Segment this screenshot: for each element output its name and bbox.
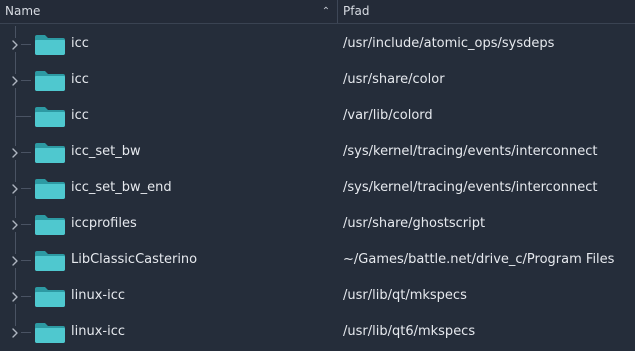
chevron-up-icon[interactable]: ⌃ [320, 0, 332, 23]
chevron-right-icon[interactable] [9, 73, 21, 88]
chevron-right-icon[interactable] [9, 289, 21, 304]
file-path: /sys/kernel/tracing/events/interconnect [343, 180, 598, 195]
folder-icon [34, 34, 66, 56]
tree-branch-line [15, 116, 31, 117]
file-name: icc_set_bw [71, 144, 141, 159]
file-path: /usr/share/ghostscript [343, 216, 486, 231]
column-header-name[interactable]: Name [0, 0, 337, 23]
file-name: linux-icc [71, 288, 125, 303]
chevron-right-icon[interactable] [9, 217, 21, 232]
table-row[interactable]: icc/usr/include/atomic_ops/sysdeps [0, 26, 635, 62]
file-name: LibClassicCasterino [71, 252, 198, 267]
chevron-right-icon[interactable] [9, 325, 21, 340]
column-header-path[interactable]: Pfad [338, 0, 635, 23]
file-name: icc_set_bw_end [71, 180, 172, 195]
folder-icon [34, 142, 66, 164]
folder-icon [34, 178, 66, 200]
chevron-right-icon[interactable] [9, 37, 21, 52]
chevron-right-icon[interactable] [9, 253, 21, 268]
table-row[interactable]: iccprofiles/usr/share/ghostscript [0, 206, 635, 242]
file-name: icc [71, 108, 89, 123]
table-row[interactable]: icc/var/lib/colord [0, 98, 635, 134]
folder-icon [34, 70, 66, 92]
file-list-view: Name ⌃ Pfad icc/usr/include/atomic_ops/s… [0, 0, 635, 351]
table-row[interactable]: icc_set_bw_end/sys/kernel/tracing/events… [0, 170, 635, 206]
file-path: /usr/share/color [343, 72, 445, 87]
table-row[interactable]: linux-icc/usr/lib/qt6/mkspecs [0, 314, 635, 350]
file-name: icc [71, 36, 89, 51]
file-path: /usr/lib/qt6/mkspecs [343, 324, 476, 339]
chevron-right-icon[interactable] [9, 145, 21, 160]
folder-icon [34, 286, 66, 308]
table-row[interactable]: LibClassicCasterino ~/Games/battle.net/dr… [0, 242, 635, 278]
chevron-right-icon[interactable] [9, 181, 21, 196]
file-path: /sys/kernel/tracing/events/interconnect [343, 144, 598, 159]
table-row[interactable]: linux-icc/usr/lib/qt/mkspecs [0, 278, 635, 314]
folder-icon [34, 106, 66, 128]
file-path: /usr/include/atomic_ops/sysdeps [343, 36, 555, 51]
folder-icon [34, 214, 66, 236]
file-name: iccprofiles [71, 216, 137, 231]
column-header: Name ⌃ Pfad [0, 0, 635, 24]
table-row[interactable]: icc_set_bw/sys/kernel/tracing/events/int… [0, 134, 635, 170]
folder-icon [34, 322, 66, 344]
file-path: ~/Games/battle.net/drive_c/Program Files [343, 252, 615, 267]
file-path: /var/lib/colord [343, 108, 433, 123]
table-row[interactable]: icc/usr/share/color [0, 62, 635, 98]
folder-icon [34, 250, 66, 272]
file-name: icc [71, 72, 89, 87]
file-name: linux-icc [71, 324, 125, 339]
file-path: /usr/lib/qt/mkspecs [343, 288, 467, 303]
